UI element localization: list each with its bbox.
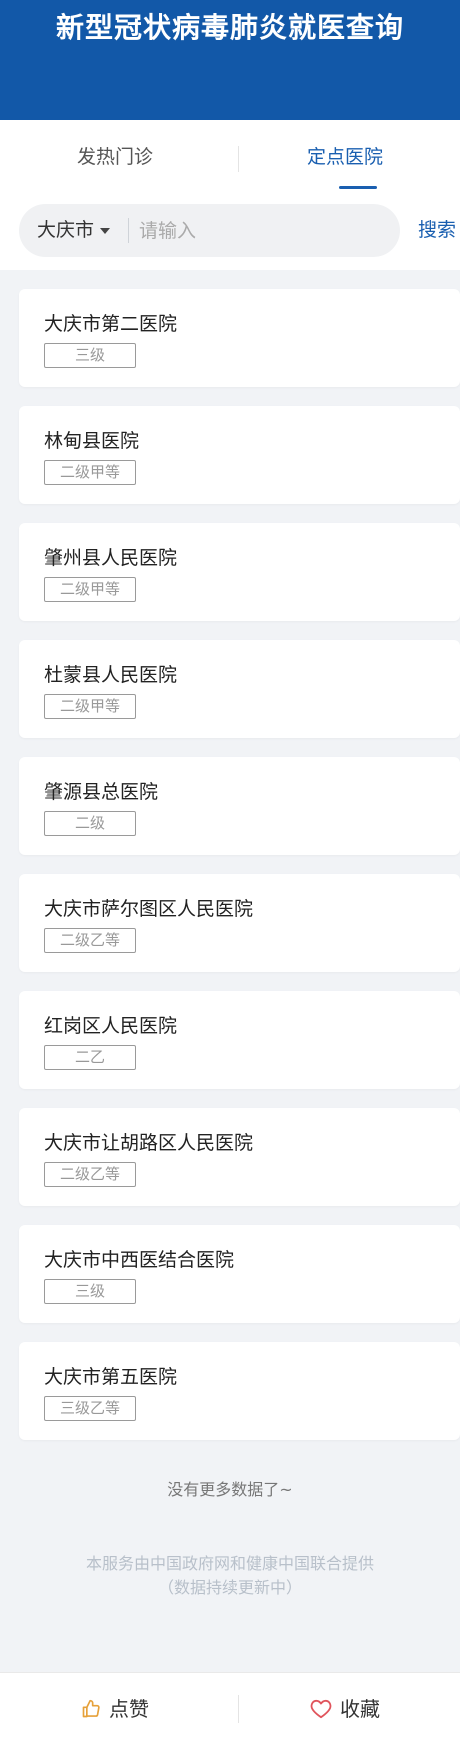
hospital-name: 大庆市第五医院: [44, 1366, 178, 1388]
hospital-name: 大庆市第二医院: [44, 313, 178, 335]
hospital-card[interactable]: 大庆市中西医结合医院 三级: [19, 1225, 460, 1323]
hospital-card[interactable]: 大庆市萨尔图区人民医院 二级乙等: [19, 874, 460, 972]
hospital-card[interactable]: 大庆市让胡路区人民医院 二级乙等: [19, 1108, 460, 1206]
hospital-level-badge: 二级乙等: [44, 1162, 136, 1187]
hospital-level-badge: 二级乙等: [44, 928, 136, 953]
hospital-level-badge: 二级甲等: [44, 694, 136, 719]
heart-icon: [310, 1699, 332, 1718]
service-note: 本服务由中国政府网和健康中国联合提供 （数据持续更新中）: [0, 1552, 460, 1600]
hospital-level-badge: 二级: [44, 811, 136, 836]
hospital-card[interactable]: 大庆市第二医院 三级: [19, 289, 460, 387]
search-input[interactable]: [139, 214, 389, 247]
hospital-level-badge: 二级甲等: [44, 577, 136, 602]
hospital-name: 大庆市让胡路区人民医院: [44, 1132, 254, 1154]
hospital-name: 杜蒙县人民医院: [44, 664, 178, 686]
hospital-name: 肇源县总医院: [44, 781, 159, 803]
hospital-name: 红岗区人民医院: [44, 1015, 178, 1037]
hospital-card[interactable]: 肇州县人民医院 二级甲等: [19, 523, 460, 621]
hospital-card[interactable]: 大庆市第五医院 三级乙等: [19, 1342, 460, 1440]
city-label: 大庆市: [37, 219, 95, 241]
service-note-line: （数据持续更新中）: [157, 1578, 302, 1597]
hospital-name: 大庆市中西医结合医院: [44, 1249, 235, 1271]
like-button[interactable]: 点赞: [0, 1673, 230, 1745]
service-note-line: 本服务由中国政府网和健康中国联合提供: [85, 1554, 374, 1573]
search-bar: 大庆市 搜索: [0, 198, 460, 270]
hospital-list: 大庆市第二医院 三级 林甸县医院 二级甲等 肇州县人民医院 二级甲等 杜蒙县人民…: [19, 289, 460, 1459]
thumbs-up-icon: [82, 1699, 100, 1717]
city-selector[interactable]: 大庆市: [37, 204, 111, 257]
hospital-level-badge: 三级: [44, 1279, 136, 1304]
hospital-card[interactable]: 杜蒙县人民医院 二级甲等: [19, 640, 460, 738]
like-label: 点赞: [109, 1697, 149, 1721]
hospital-card[interactable]: 肇源县总医院 二级: [19, 757, 460, 855]
hospital-card[interactable]: 红岗区人民医院 二乙: [19, 991, 460, 1089]
hospital-card[interactable]: 林甸县医院 二级甲等: [19, 406, 460, 504]
hospital-level-badge: 二级甲等: [44, 460, 136, 485]
caret-down-icon: [100, 227, 111, 234]
hospital-level-badge: 二乙: [44, 1045, 136, 1070]
search-box: 大庆市: [19, 204, 400, 257]
no-more-data-text: 没有更多数据了~: [167, 1480, 293, 1499]
tab-bar: 发热门诊 定点医院: [0, 120, 460, 198]
page-title: 新型冠状病毒肺炎就医查询: [55, 11, 404, 44]
bottom-action-bar: 点赞 收藏: [0, 1672, 460, 1745]
active-tab-indicator: [339, 186, 377, 189]
hospital-level-badge: 三级: [44, 343, 136, 368]
hospital-name: 肇州县人民医院: [44, 547, 178, 569]
tab-fever-clinic[interactable]: 发热门诊: [0, 120, 230, 198]
collect-label: 收藏: [340, 1697, 380, 1721]
hospital-level-badge: 三级乙等: [44, 1396, 136, 1421]
hospital-name: 林甸县医院: [44, 430, 140, 452]
collect-button[interactable]: 收藏: [230, 1673, 460, 1745]
hospital-name: 大庆市萨尔图区人民医院: [44, 898, 254, 920]
search-button[interactable]: 搜索: [418, 204, 456, 257]
search-separator: [128, 218, 129, 243]
header: 新型冠状病毒肺炎就医查询: [0, 0, 460, 120]
